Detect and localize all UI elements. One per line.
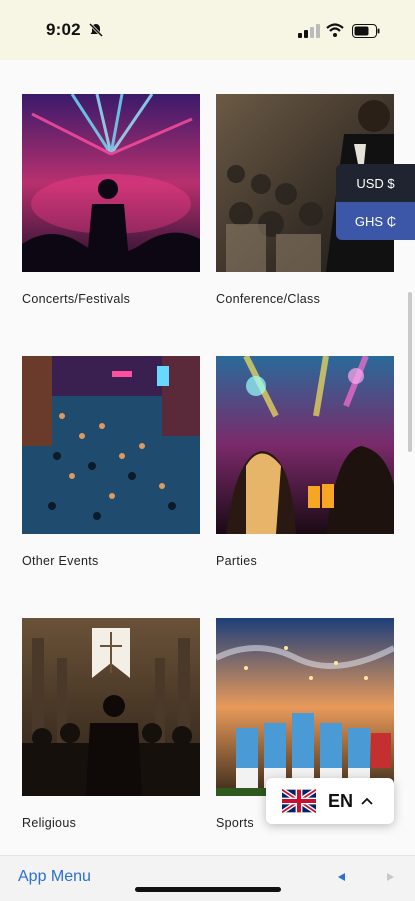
chevron-up-icon: [361, 797, 373, 805]
category-label: Religious: [22, 816, 77, 830]
currency-ghs-button[interactable]: GHS ₵: [336, 202, 415, 240]
category-card-concerts[interactable]: Concerts/Festivals: [22, 93, 200, 306]
currency-switcher: USD $ GHS ₵: [336, 164, 415, 240]
concerts-thumbnail: [22, 93, 200, 272]
status-time: 9:02: [46, 20, 81, 39]
category-label: Parties: [216, 554, 258, 568]
battery-icon: [352, 24, 380, 38]
home-indicator: [135, 887, 281, 892]
category-card-sports[interactable]: Sports: [214, 618, 396, 830]
language-code: EN: [328, 790, 354, 811]
category-label: Conference/Class: [216, 292, 321, 306]
language-selector[interactable]: EN: [266, 778, 394, 824]
sports-thumbnail: [214, 618, 396, 796]
scrollbar[interactable]: [408, 292, 412, 452]
status-bar: 9:02: [0, 0, 415, 60]
app-menu-link[interactable]: App Menu: [18, 868, 91, 886]
category-label: Other Events: [22, 554, 99, 568]
category-label: Concerts/Festivals: [22, 292, 131, 306]
wifi-icon: [326, 23, 344, 37]
bottom-bar: App Menu: [0, 855, 415, 901]
currency-usd-button[interactable]: USD $: [336, 164, 415, 202]
back-arrow-icon[interactable]: [336, 872, 346, 882]
parties-thumbnail: [216, 354, 394, 534]
other-events-thumbnail: [22, 356, 200, 534]
religious-thumbnail: [22, 618, 200, 796]
category-card-religious[interactable]: Religious: [22, 618, 200, 830]
category-label: Sports: [216, 816, 254, 830]
forward-arrow-icon[interactable]: [386, 872, 396, 882]
cellular-signal-icon: [298, 24, 320, 38]
category-card-other-events[interactable]: Other Events: [22, 356, 200, 568]
category-card-parties[interactable]: Parties: [216, 354, 394, 568]
bell-muted-icon: [88, 22, 104, 38]
uk-flag-icon: [282, 789, 316, 813]
